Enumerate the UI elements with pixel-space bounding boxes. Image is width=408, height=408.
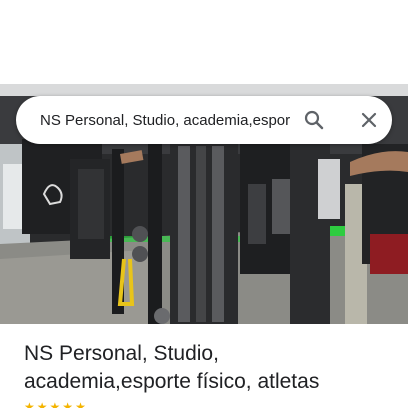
close-button[interactable]: [357, 108, 381, 132]
search-button[interactable]: [302, 108, 326, 132]
search-input[interactable]: [40, 108, 290, 132]
search-bar[interactable]: [16, 96, 392, 144]
place-title-line-2: academia,esporte físico, atletas: [24, 370, 320, 393]
close-icon: [361, 112, 377, 128]
rating-stars: ★ ★ ★ ★ ★: [24, 400, 86, 408]
star-icon: ★: [62, 400, 74, 408]
search-icon: [304, 110, 324, 130]
star-icon: ★: [75, 400, 86, 408]
top-blank-area: [0, 0, 408, 84]
place-title-line-1: NS Personal, Studio,: [24, 342, 219, 365]
star-icon: ★: [36, 400, 48, 408]
star-icon: ★: [24, 400, 35, 408]
star-icon: ★: [49, 400, 61, 408]
place-title: NS Personal, Studio, academia,esporte fí…: [24, 340, 394, 396]
